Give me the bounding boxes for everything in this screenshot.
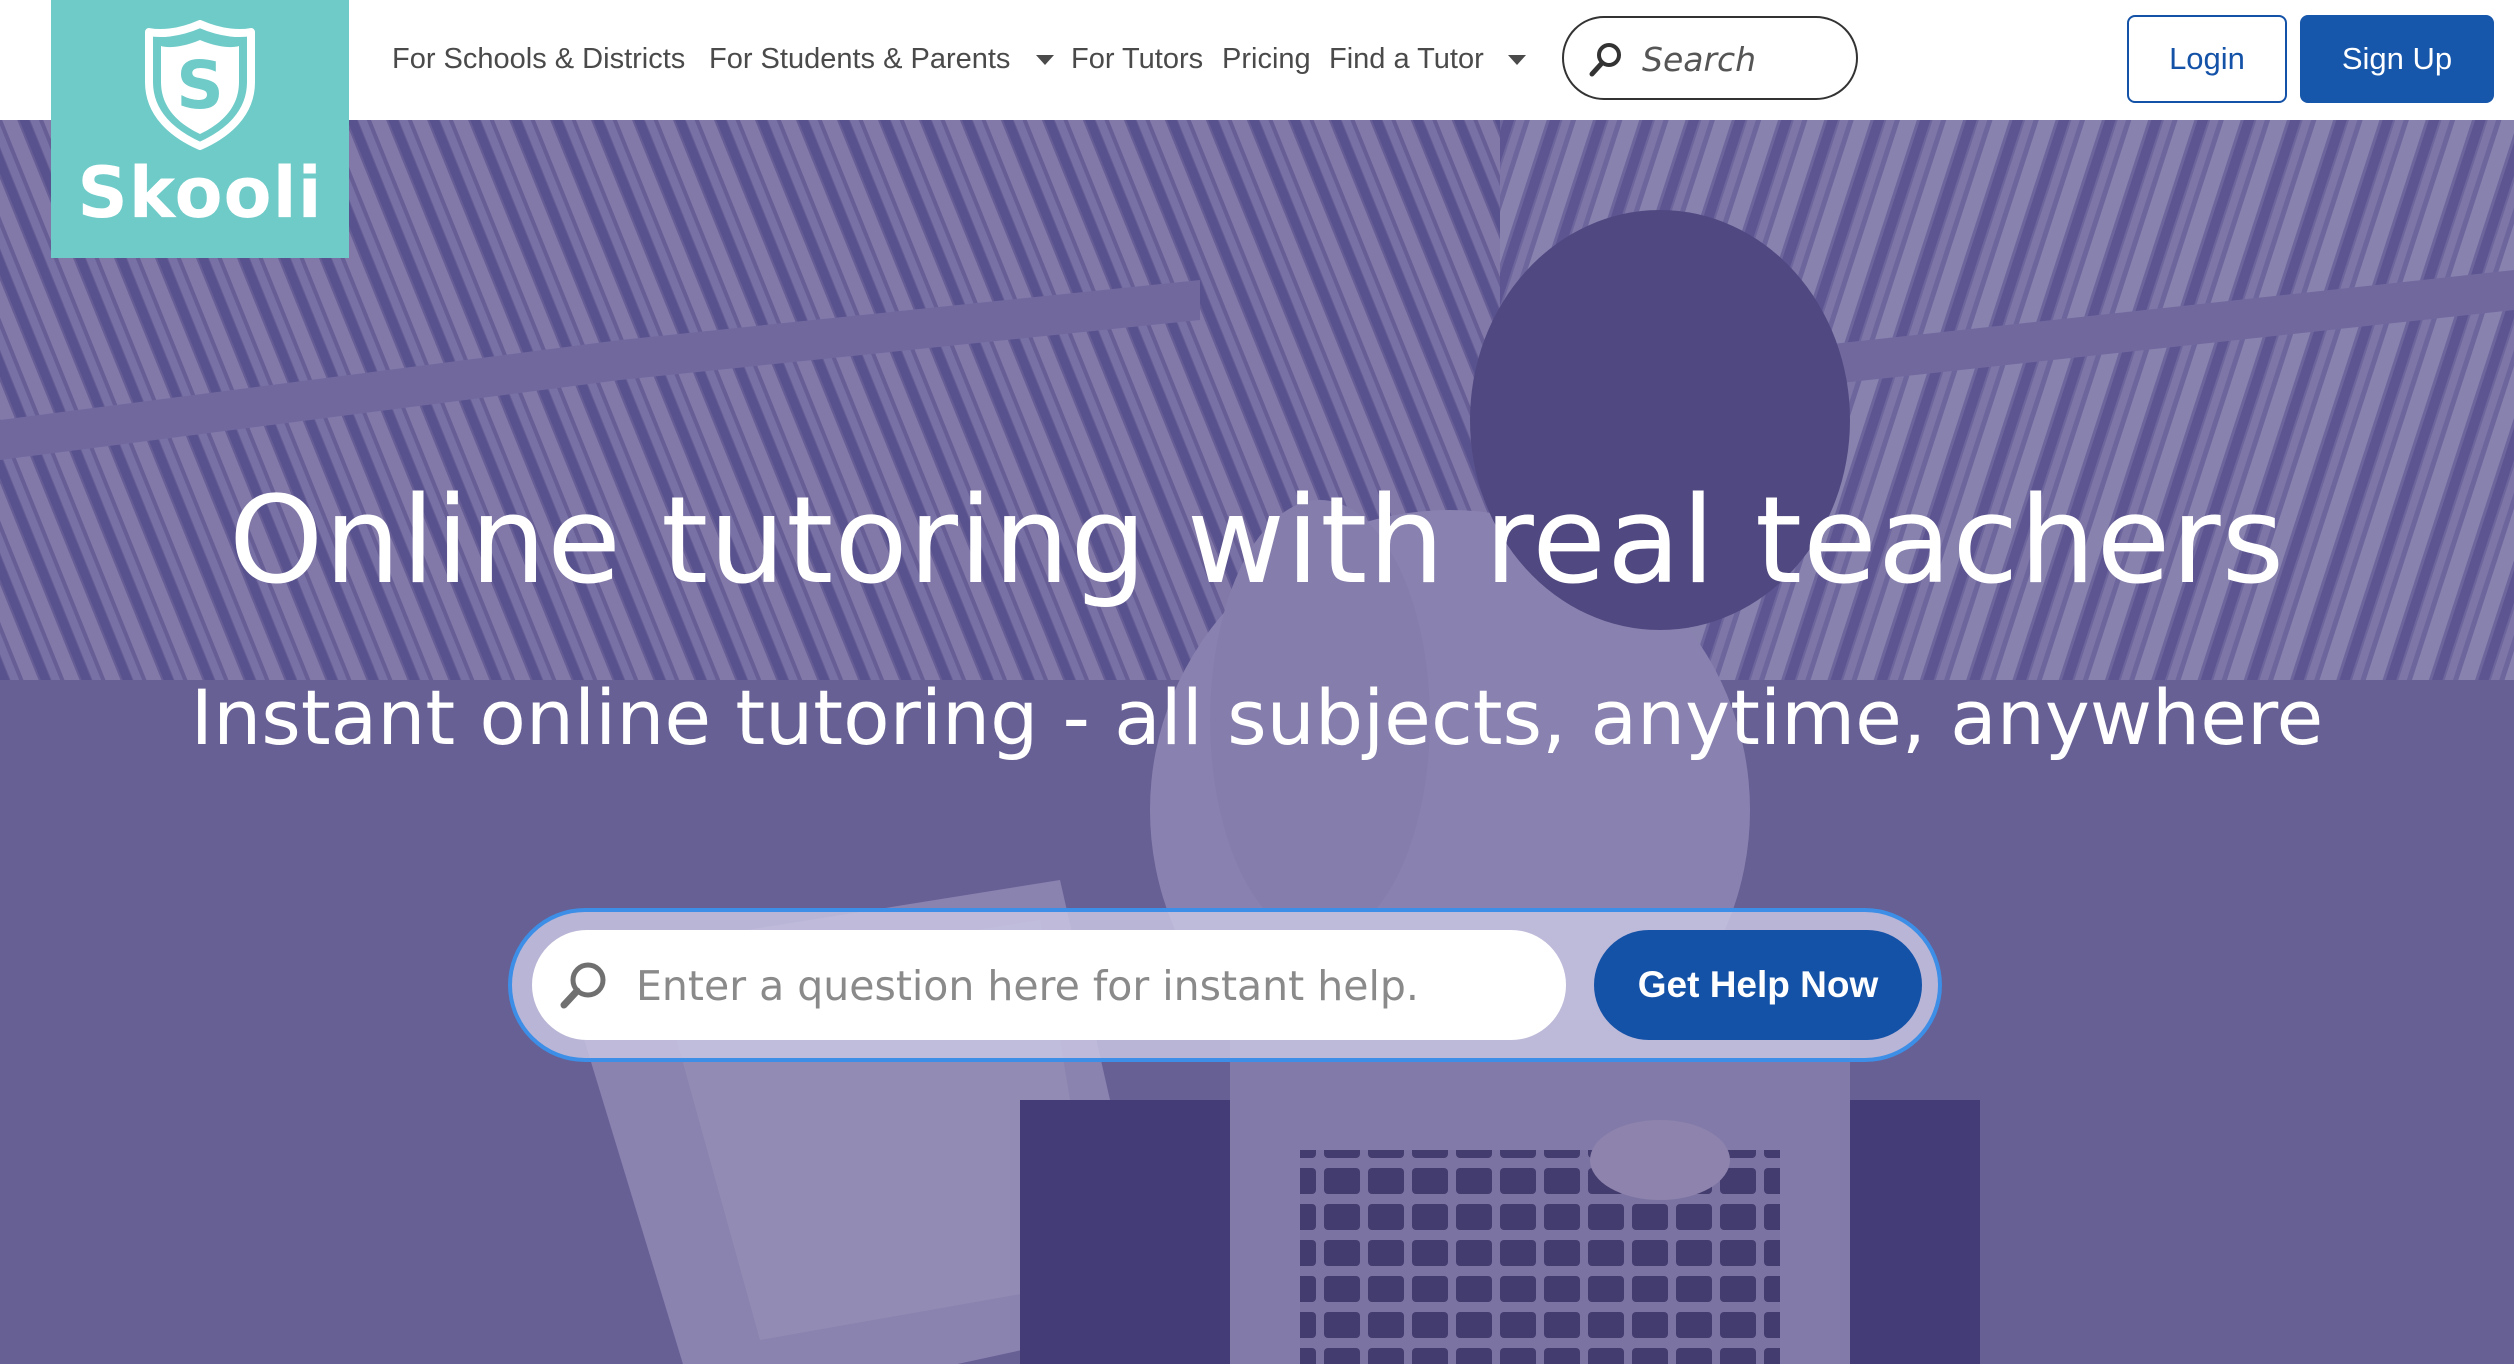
question-input-wrapper[interactable] [532, 930, 1566, 1040]
nav-item-find-a-tutor[interactable]: Find a Tutor [1329, 34, 1484, 84]
hero-headline: Online tutoring with real teachers [228, 472, 2286, 611]
search-icon [1589, 43, 1621, 77]
instant-help-form: Get Help Now [508, 908, 1942, 1062]
hero-subheadline: Instant online tutoring - all subjects, … [190, 673, 2324, 762]
header-search-box[interactable] [1562, 16, 1858, 100]
skooli-logo[interactable]: S Skooli [51, 0, 349, 258]
header-search-input[interactable] [1640, 32, 1844, 86]
search-icon [560, 962, 606, 1009]
chevron-down-icon[interactable] [1036, 55, 1054, 65]
nav-item-schools-districts[interactable]: For Schools & Districts [392, 34, 685, 84]
top-navigation-bar: For Schools & Districts For Students & P… [0, 0, 2514, 120]
get-help-now-button[interactable]: Get Help Now [1594, 930, 1922, 1040]
nav-item-tutors[interactable]: For Tutors [1071, 34, 1203, 84]
login-button[interactable]: Login [2127, 15, 2287, 103]
logo-shield-letter: S [176, 47, 224, 124]
logo-wordmark: Skooli [77, 152, 323, 234]
sign-up-button[interactable]: Sign Up [2300, 15, 2494, 103]
shield-icon: S [145, 20, 255, 150]
hero-section: Online tutoring with real teachers Insta… [0, 120, 2514, 1364]
chevron-down-icon[interactable] [1508, 55, 1526, 65]
nav-item-students-parents[interactable]: For Students & Parents [709, 34, 1010, 84]
nav-item-pricing[interactable]: Pricing [1222, 34, 1311, 84]
question-input[interactable] [634, 952, 1538, 1020]
